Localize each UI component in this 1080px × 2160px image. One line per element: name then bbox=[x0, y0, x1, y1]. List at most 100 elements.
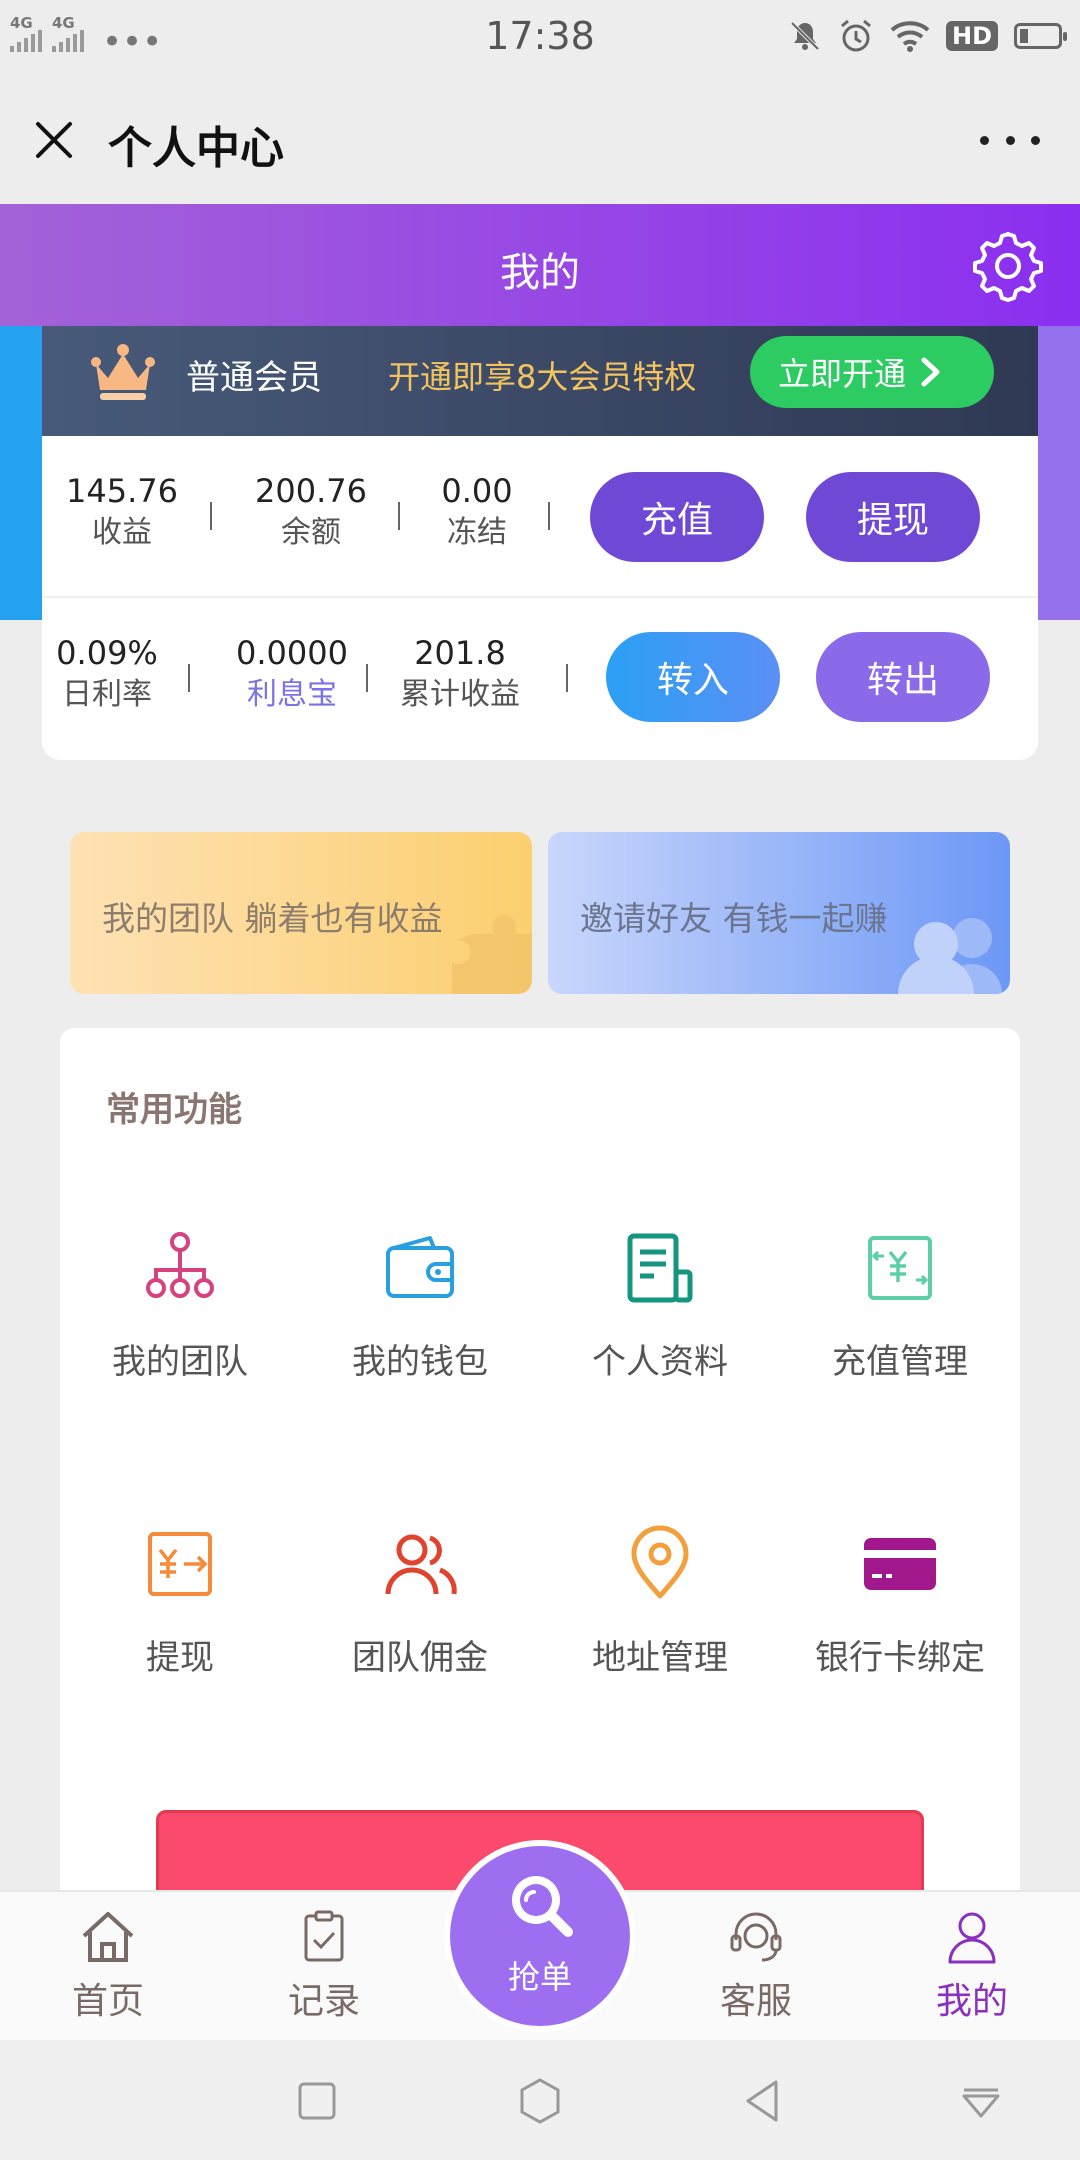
fn-my-wallet-label: 我的钱包 bbox=[352, 1342, 488, 1382]
cumulative-value: 201.8 bbox=[414, 634, 506, 672]
user-icon bbox=[948, 1912, 996, 1964]
fn-withdraw[interactable]: 提现 bbox=[60, 1524, 300, 1679]
team-tree-icon bbox=[146, 1232, 214, 1298]
bank-card-icon bbox=[864, 1538, 936, 1590]
wallet-card: 普通会员 开通即享8大会员特权 立即开通 145.76 收益 200.76 余额… bbox=[42, 326, 1038, 760]
cumulative-stat: 201.8 累计收益 bbox=[392, 632, 528, 716]
close-icon[interactable] bbox=[30, 116, 78, 164]
wallet-icon bbox=[386, 1236, 454, 1298]
divider bbox=[188, 664, 190, 692]
invite-friends-banner[interactable]: 邀请好友 有钱一起赚 bbox=[548, 832, 1010, 994]
grab-order-label: 抢单 bbox=[507, 1958, 572, 1996]
balance-row: 145.76 收益 200.76 余额 0.00 冻结 充值 提现 bbox=[42, 436, 1038, 598]
tab-customer-service[interactable]: 客服 bbox=[676, 1906, 836, 2024]
divider bbox=[548, 502, 550, 530]
balance-label: 余额 bbox=[281, 515, 341, 550]
fn-team-commission[interactable]: 团队佣金 bbox=[300, 1524, 540, 1679]
my-team-banner[interactable]: 我的团队 躺着也有收益 bbox=[70, 832, 532, 994]
headset-icon bbox=[730, 1912, 782, 1962]
withdraw-button[interactable]: 提现 bbox=[806, 472, 980, 562]
profile-header: 我的 bbox=[0, 204, 1080, 326]
recharge-button[interactable]: 充值 bbox=[590, 472, 764, 562]
fn-my-team[interactable]: 我的团队 bbox=[60, 1228, 300, 1383]
divider bbox=[210, 502, 212, 530]
more-menu-icon[interactable] bbox=[980, 120, 1040, 160]
fn-bank-card[interactable]: 银行卡绑定 bbox=[780, 1524, 1020, 1679]
settings-gear-icon[interactable] bbox=[970, 228, 1046, 304]
notification-shade-icon[interactable] bbox=[956, 2076, 1006, 2126]
frozen-value: 0.00 bbox=[441, 472, 513, 510]
vip-strip: 普通会员 开通即享8大会员特权 立即开通 bbox=[42, 326, 1038, 436]
daily-rate-stat: 0.09% 日利率 bbox=[42, 632, 172, 716]
profile-doc-icon bbox=[627, 1233, 693, 1303]
status-bar: 4G 4G ••• 17:38 HD bbox=[0, 0, 1080, 76]
interest-treasure-value: 0.0000 bbox=[236, 634, 348, 672]
tab-records[interactable]: 记录 bbox=[244, 1906, 404, 2024]
grab-order-button[interactable]: 抢单 bbox=[450, 1846, 630, 2026]
recharge-yen-icon bbox=[868, 1236, 932, 1300]
activate-membership-button[interactable]: 立即开通 bbox=[750, 336, 994, 408]
fn-profile-label: 个人资料 bbox=[592, 1342, 728, 1382]
chevron-right-icon bbox=[921, 357, 940, 387]
fn-my-wallet[interactable]: 我的钱包 bbox=[300, 1228, 540, 1383]
crown-icon bbox=[91, 344, 155, 400]
daily-rate-value: 0.09% bbox=[56, 634, 158, 672]
earnings-value: 145.76 bbox=[66, 472, 178, 510]
fn-my-team-label: 我的团队 bbox=[112, 1342, 248, 1382]
tab-home-label: 首页 bbox=[71, 1981, 144, 2022]
title-bar: 个人中心 bbox=[0, 76, 1080, 204]
team-people-icon bbox=[385, 1534, 457, 1595]
invite-friends-banner-text: 邀请好友 有钱一起赚 bbox=[580, 899, 888, 938]
interest-treasure-stat[interactable]: 0.0000 利息宝 bbox=[212, 632, 372, 716]
section-title: 常用功能 bbox=[106, 1090, 242, 1130]
fn-profile[interactable]: 个人资料 bbox=[540, 1228, 780, 1383]
recent-apps-icon[interactable] bbox=[292, 2076, 342, 2126]
people-icon bbox=[898, 918, 1002, 994]
tab-home[interactable]: 首页 bbox=[28, 1906, 188, 2024]
wifi-icon bbox=[890, 21, 930, 52]
fn-team-commission-label: 团队佣金 bbox=[352, 1638, 488, 1678]
fn-address-management-label: 地址管理 bbox=[592, 1638, 728, 1678]
activate-membership-label: 立即开通 bbox=[778, 355, 907, 393]
divider bbox=[566, 664, 568, 692]
bell-muted-icon bbox=[790, 21, 820, 51]
interest-treasure-link[interactable]: 利息宝 bbox=[212, 674, 372, 716]
battery-icon bbox=[1014, 23, 1067, 49]
divider bbox=[366, 664, 368, 692]
page-title: 个人中心 bbox=[108, 123, 284, 174]
interest-row: 0.09% 日利率 0.0000 利息宝 201.8 累计收益 转入 转出 bbox=[42, 598, 1038, 760]
fn-bank-card-label: 银行卡绑定 bbox=[815, 1638, 985, 1678]
daily-rate-label: 日利率 bbox=[62, 677, 152, 712]
member-promo: 开通即享8大会员特权 bbox=[388, 358, 697, 396]
cumulative-label: 累计收益 bbox=[400, 677, 520, 712]
withdraw-yen-icon bbox=[148, 1532, 212, 1596]
transfer-in-button[interactable]: 转入 bbox=[606, 632, 780, 722]
fn-address-management[interactable]: 地址管理 bbox=[540, 1524, 780, 1679]
search-magnifier-icon bbox=[512, 1876, 573, 1937]
card-accent-left bbox=[0, 326, 46, 620]
balance-value: 200.76 bbox=[255, 472, 367, 510]
back-icon[interactable] bbox=[738, 2076, 788, 2126]
hd-badge: HD bbox=[945, 21, 998, 51]
fn-withdraw-label: 提现 bbox=[146, 1638, 214, 1678]
earnings-label: 收益 bbox=[92, 515, 152, 550]
status-icons: HD bbox=[788, 18, 1067, 54]
transfer-out-button[interactable]: 转出 bbox=[816, 632, 990, 722]
frozen-label: 冻结 bbox=[447, 515, 507, 550]
header-title: 我的 bbox=[500, 250, 580, 296]
balance-stat: 200.76 余额 bbox=[236, 470, 386, 554]
home-hexagon-icon[interactable] bbox=[515, 2076, 565, 2126]
fn-recharge-management-label: 充值管理 bbox=[832, 1342, 968, 1382]
earnings-stat: 145.76 收益 bbox=[54, 470, 190, 554]
tab-mine[interactable]: 我的 bbox=[892, 1906, 1052, 2024]
fn-recharge-management[interactable]: 充值管理 bbox=[780, 1228, 1020, 1383]
home-icon bbox=[82, 1912, 134, 1962]
my-team-banner-text: 我的团队 躺着也有收益 bbox=[102, 899, 443, 938]
location-pin-icon bbox=[631, 1525, 689, 1599]
puzzle-icon bbox=[452, 915, 532, 994]
frozen-stat: 0.00 冻结 bbox=[422, 470, 532, 554]
alarm-icon bbox=[841, 19, 871, 52]
member-level: 普通会员 bbox=[186, 358, 322, 398]
tab-records-label: 记录 bbox=[287, 1981, 360, 2022]
system-nav-bar bbox=[0, 2040, 1080, 2160]
